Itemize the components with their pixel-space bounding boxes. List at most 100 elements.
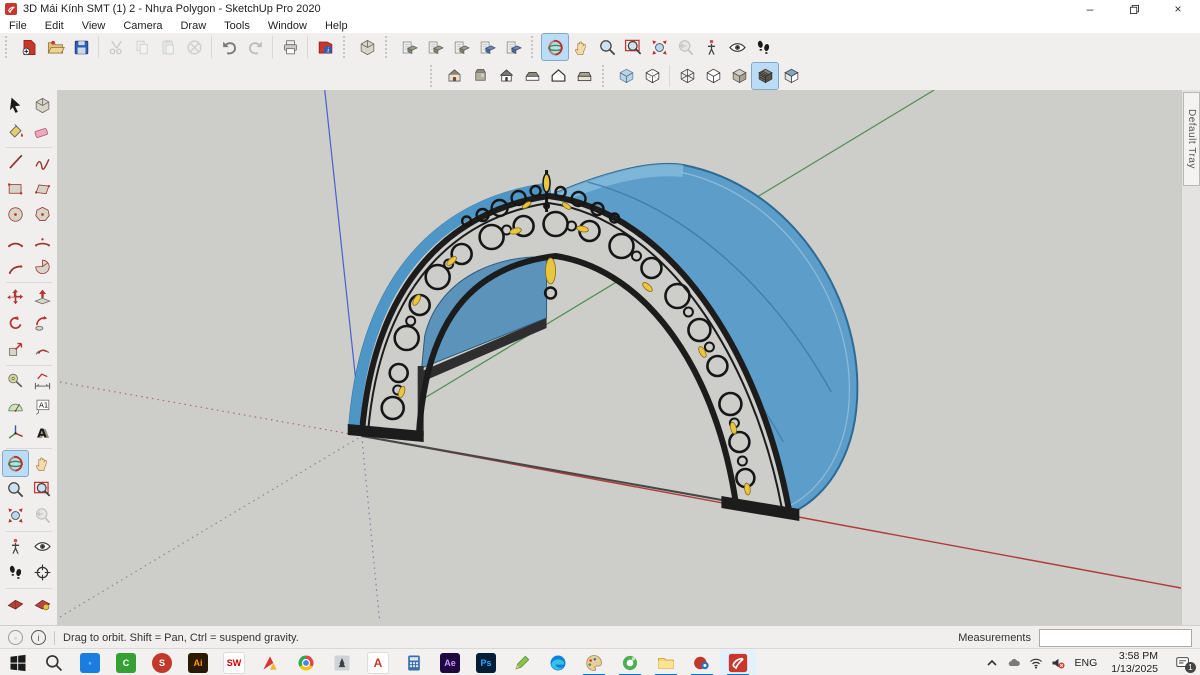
taskbar-app-photoshop[interactable]: Ps — [468, 649, 504, 675]
view-right-button[interactable] — [519, 63, 545, 89]
taskbar-app-aftereffects[interactable]: Ae — [432, 649, 468, 675]
taskbar-app-solidworks[interactable]: SW — [216, 649, 252, 675]
style-xray-button[interactable] — [613, 63, 639, 89]
menu-file[interactable]: File — [0, 20, 36, 32]
toolbar-grip[interactable] — [430, 64, 438, 87]
look-around-button[interactable] — [724, 34, 750, 60]
open-button[interactable] — [42, 34, 68, 60]
view-front-button[interactable] — [493, 63, 519, 89]
wifi-icon[interactable] — [1025, 649, 1047, 675]
component-button[interactable] — [354, 34, 380, 60]
start-button[interactable] — [0, 649, 36, 675]
line-tool[interactable] — [3, 150, 28, 175]
clipboard-tool-2-button[interactable] — [422, 34, 448, 60]
3d-text-tool[interactable] — [30, 420, 55, 445]
modeling-viewport[interactable] — [58, 90, 1181, 625]
clipboard-tool-1-button[interactable] — [396, 34, 422, 60]
geolocation-icon[interactable]: ◦ — [8, 630, 23, 645]
style-shaded-textures-button[interactable] — [751, 61, 779, 90]
view-left-button[interactable] — [571, 63, 597, 89]
language-indicator[interactable]: ENG — [1069, 657, 1104, 669]
measurements-input[interactable] — [1039, 628, 1192, 647]
pan-button[interactable] — [568, 34, 594, 60]
copy-button[interactable] — [129, 34, 155, 60]
restore-button[interactable] — [1112, 0, 1156, 18]
toolbar-grip[interactable] — [343, 36, 351, 58]
style-back-edges-button[interactable] — [639, 63, 665, 89]
taskbar-app-triangle[interactable] — [252, 649, 288, 675]
zoom-window-tool[interactable] — [30, 477, 55, 502]
offset-tool[interactable] — [30, 337, 55, 362]
axes-tool[interactable] — [3, 420, 28, 445]
scale-tool[interactable] — [3, 337, 28, 362]
tray-chevron-icon[interactable] — [981, 649, 1003, 675]
taskbar-app-palette[interactable] — [576, 649, 612, 675]
zoom-extents-button[interactable] — [646, 34, 672, 60]
clipboard-tool-5-button[interactable] — [500, 34, 526, 60]
position-camera-button[interactable] — [698, 34, 724, 60]
taskbar-app-camtasia[interactable]: C — [108, 649, 144, 675]
taskbar-file-explorer[interactable] — [648, 649, 684, 675]
print-button[interactable] — [277, 34, 303, 60]
rectangle-tool[interactable] — [3, 176, 28, 201]
view-top-button[interactable] — [467, 63, 493, 89]
tape-measure-tool[interactable] — [3, 368, 28, 393]
section-plane-tool[interactable] — [30, 560, 55, 585]
rotate-tool[interactable] — [3, 311, 28, 336]
section-display-2-tool[interactable] — [30, 591, 55, 616]
taskbar-search-button[interactable] — [36, 649, 72, 675]
move-tool[interactable] — [3, 285, 28, 310]
save-button[interactable] — [68, 34, 94, 60]
taskbar-app-edge[interactable] — [540, 649, 576, 675]
taskbar-app-blue-chat[interactable]: ◦ — [72, 649, 108, 675]
taskbar-app-green-ring[interactable] — [612, 649, 648, 675]
walk-button[interactable] — [750, 34, 776, 60]
dimension-tool[interactable] — [30, 368, 55, 393]
view-iso-button[interactable] — [441, 63, 467, 89]
taskbar-app-chrome[interactable] — [288, 649, 324, 675]
menu-edit[interactable]: Edit — [36, 20, 73, 32]
pan-tool[interactable] — [30, 451, 55, 476]
look-around-tool[interactable] — [30, 534, 55, 559]
toolbar-grip[interactable] — [531, 36, 539, 58]
three-point-arc-tool[interactable] — [3, 254, 28, 279]
taskbar-app-pencil[interactable] — [504, 649, 540, 675]
toolbar-grip[interactable] — [602, 64, 610, 87]
follow-me-tool[interactable] — [30, 311, 55, 336]
credits-icon[interactable]: i — [31, 630, 46, 645]
viewport-canvas[interactable] — [58, 90, 1181, 625]
taskbar-app-calculator[interactable] — [396, 649, 432, 675]
volume-muted-icon[interactable] — [1047, 649, 1069, 675]
model-info-button[interactable] — [312, 34, 338, 60]
taskbar-app-autocad[interactable]: A — [360, 649, 396, 675]
pie-tool[interactable] — [30, 254, 55, 279]
zoom-extents-tool[interactable] — [3, 503, 28, 528]
freehand-tool[interactable] — [30, 150, 55, 175]
zoom-window-button[interactable] — [620, 34, 646, 60]
rotated-rectangle-tool[interactable] — [30, 176, 55, 201]
new-button[interactable] — [16, 34, 42, 60]
taskbar-app-red-blue[interactable] — [684, 649, 720, 675]
menu-camera[interactable]: Camera — [114, 20, 171, 32]
make-component-tool[interactable] — [30, 93, 55, 118]
two-point-arc-tool[interactable] — [30, 228, 55, 253]
polygon-tool[interactable] — [30, 202, 55, 227]
cut-button[interactable] — [103, 34, 129, 60]
notification-center-button[interactable]: 1 — [1166, 649, 1200, 675]
circle-tool[interactable] — [3, 202, 28, 227]
taskbar-app-cnc[interactable] — [324, 649, 360, 675]
paste-button[interactable] — [155, 34, 181, 60]
default-tray-tab[interactable]: Default Tray — [1183, 92, 1200, 186]
taskbar-clock[interactable]: 3:58 PM 1/13/2025 — [1103, 650, 1166, 674]
style-monochrome-button[interactable] — [778, 63, 804, 89]
undo-button[interactable] — [216, 34, 242, 60]
push-pull-tool[interactable] — [30, 285, 55, 310]
select-tool[interactable] — [3, 93, 28, 118]
redo-button[interactable] — [242, 34, 268, 60]
menu-view[interactable]: View — [73, 20, 115, 32]
erase-button[interactable] — [181, 34, 207, 60]
close-button[interactable]: × — [1156, 0, 1200, 18]
menu-tools[interactable]: Tools — [215, 20, 259, 32]
style-hidden-line-button[interactable] — [700, 63, 726, 89]
zoom-previous-button[interactable] — [672, 34, 698, 60]
